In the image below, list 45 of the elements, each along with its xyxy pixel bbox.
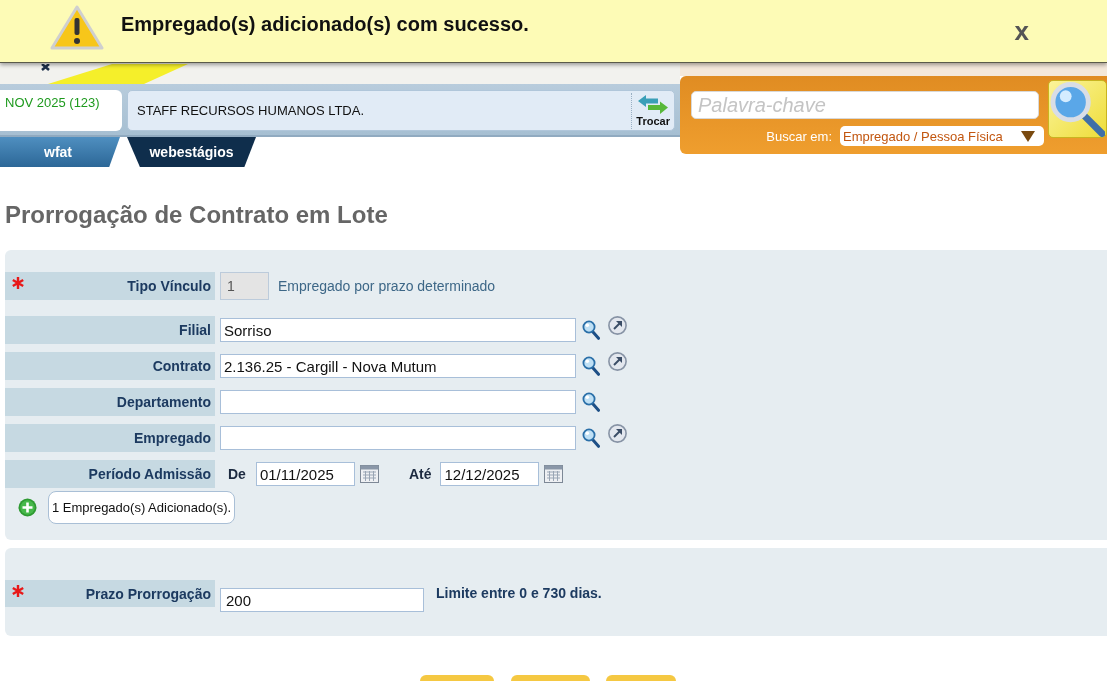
calendar-icon[interactable] <box>359 465 379 483</box>
caret-icon <box>1021 130 1035 142</box>
warning-icon <box>50 5 104 51</box>
field-label: Período Admissão <box>88 466 211 482</box>
code-description: Empregado por prazo determinado <box>278 278 496 294</box>
date-input[interactable]: 12/12/2025 <box>440 462 540 486</box>
limit-hint: Limite entre 0 e 730 dias. <box>436 585 602 601</box>
search-icon[interactable] <box>582 392 600 412</box>
days-input[interactable]: 200 <box>220 588 424 612</box>
field-label: Contrato <box>152 358 211 374</box>
calendar-icon[interactable] <box>544 465 564 483</box>
field-label: Departamento <box>116 394 211 410</box>
switch-company-button[interactable]: Trocar <box>631 92 672 129</box>
page-title: Prorrogação de Contrato em Lote <box>4 200 389 230</box>
period-selector[interactable]: NOV 2025 (123) <box>0 90 122 131</box>
text-input[interactable] <box>220 390 576 414</box>
close-button[interactable]: x <box>1012 17 1031 45</box>
text-input[interactable]: 2.136.25 - Cargill - Nova Mutum <box>220 354 576 378</box>
search-scope-label: Buscar em: <box>766 128 832 144</box>
field-label: Filial <box>179 322 211 338</box>
search-scope-dropdown[interactable]: Empregado / Pessoa Física <box>840 126 1044 146</box>
app-tab[interactable]: webestágios <box>127 137 256 167</box>
from-label: De <box>228 466 246 482</box>
swap-arrows-icon <box>638 94 669 114</box>
notification-message: Empregado(s) adicionado(s) com sucesso. <box>121 12 529 36</box>
keyword-input[interactable]: Palavra-chave <box>691 91 1039 119</box>
date-input[interactable]: 01/11/2025 <box>255 462 355 486</box>
arrow-circle-icon[interactable] <box>608 424 627 443</box>
plus-circle-icon[interactable] <box>18 498 37 517</box>
search-icon <box>1050 81 1105 137</box>
search-icon[interactable] <box>582 356 600 376</box>
search-icon[interactable] <box>582 320 600 340</box>
field-label: Tipo Vínculo <box>127 278 211 294</box>
app-tab[interactable]: wfat <box>0 137 120 167</box>
field-label: Prazo Prorrogação <box>85 585 211 602</box>
search-icon[interactable] <box>582 428 600 448</box>
text-input[interactable]: Sorriso <box>220 318 576 342</box>
search-button[interactable] <box>1048 80 1107 138</box>
arrow-circle-icon[interactable] <box>608 316 627 335</box>
added-employees-note: 1 Empregado(s) Adicionado(s). <box>48 491 236 524</box>
to-label: Até <box>408 466 432 482</box>
field-label: Empregado <box>134 430 211 446</box>
text-input[interactable] <box>220 426 576 450</box>
arrow-circle-icon[interactable] <box>608 352 627 371</box>
company-name: STAFF RECURSOS HUMANOS LTDA. <box>137 103 365 118</box>
